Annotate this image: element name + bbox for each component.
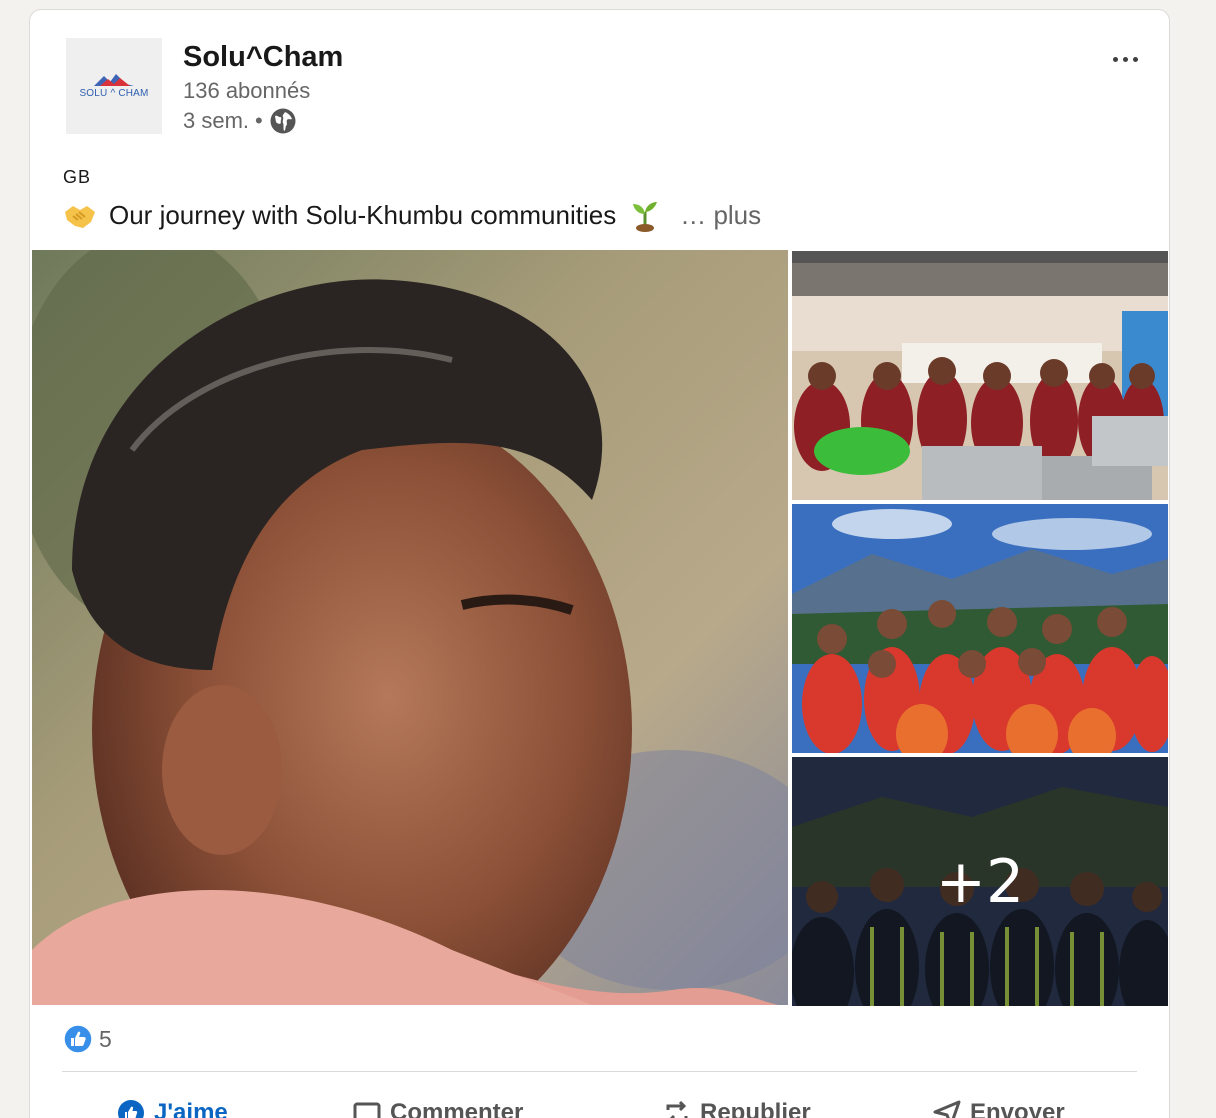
author-info: Solu^Cham 136 abonnés 3 sem. •	[183, 38, 343, 136]
gallery-photo-2[interactable]	[792, 251, 1168, 500]
like-reaction-icon	[63, 1024, 93, 1054]
gallery-photo-main[interactable]	[32, 250, 788, 1005]
reactions-summary[interactable]: 5	[63, 1024, 112, 1054]
action-bar: J'aime Commenter Republier Envoyer	[62, 1098, 1137, 1118]
company-logo[interactable]: SOLU ^ CHAM	[66, 38, 162, 134]
repost-button[interactable]: Republier	[662, 1098, 811, 1118]
post-card: SOLU ^ CHAM Solu^Cham 136 abonnés 3 sem.…	[29, 9, 1170, 1118]
comment-icon	[353, 1102, 381, 1118]
repost-icon	[666, 1100, 688, 1118]
more-options-button[interactable]	[1101, 44, 1149, 74]
comment-label: Commenter	[390, 1099, 524, 1118]
globe-icon	[270, 108, 296, 134]
send-label: Envoyer	[970, 1099, 1065, 1118]
more-horizontal-icon	[1112, 56, 1118, 62]
send-button[interactable]: Envoyer	[932, 1098, 1065, 1118]
post-time: 3 sem.	[183, 108, 250, 133]
like-button[interactable]: J'aime	[116, 1098, 228, 1118]
more-photos-overlay[interactable]: +2	[792, 757, 1168, 1006]
logo-text: SOLU ^ CHAM	[79, 88, 149, 99]
meta-separator: •	[255, 108, 263, 133]
extra-photo-count: +2	[935, 846, 1025, 917]
dancers-group-photo	[792, 504, 1168, 753]
send-icon	[933, 1100, 961, 1118]
action-divider	[62, 1071, 1137, 1072]
gallery-photo-3[interactable]	[792, 504, 1168, 753]
post-header: SOLU ^ CHAM Solu^Cham 136 abonnés 3 sem.…	[66, 38, 1149, 138]
see-more-link[interactable]: … plus	[680, 198, 761, 232]
post-tag: GB	[63, 167, 92, 187]
gallery-photo-4[interactable]: +2	[792, 757, 1168, 1006]
follower-count: 136 abonnés	[183, 78, 311, 103]
seedling-icon	[633, 202, 658, 232]
post-text: Our journey with Solu-Khumbu communities…	[63, 198, 761, 232]
thumbs-up-icon	[118, 1100, 144, 1118]
comment-button[interactable]: Commenter	[352, 1098, 523, 1118]
post-body: Our journey with Solu-Khumbu communities	[109, 200, 617, 230]
child-portrait-photo	[32, 250, 788, 1005]
author-name[interactable]: Solu^Cham	[183, 39, 343, 75]
repost-label: Republier	[700, 1099, 811, 1118]
handshake-icon	[65, 206, 95, 228]
post-meta: 3 sem. •	[183, 106, 343, 136]
kitchen-group-photo	[792, 251, 1168, 500]
photo-gallery: +2	[32, 250, 1168, 1006]
like-label: J'aime	[154, 1099, 228, 1118]
mountain-logo-icon	[94, 74, 134, 86]
reaction-count: 5	[99, 1025, 112, 1052]
